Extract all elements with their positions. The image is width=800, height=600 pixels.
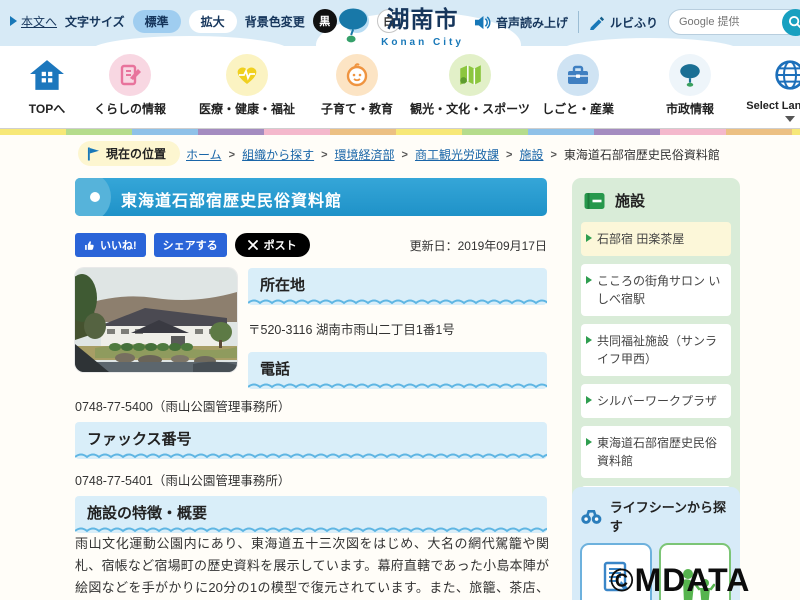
ruby-label: ルビふり [610,14,658,31]
address-section-header: 所在地 [248,268,547,305]
wave-divider [75,451,547,459]
binoculars-icon [580,508,603,525]
page-title: 東海道石部宿歴史民俗資料館 [121,187,342,211]
flag-icon [87,146,100,162]
breadcrumb-label: 現在の位置 [78,141,180,166]
facilities-panel: 施設 石部宿 田楽茶屋 こころの街角サロン いしべ宿駅 共同福祉施設（サンライフ… [572,178,740,530]
x-logo-icon [248,240,258,250]
font-size-large-button[interactable]: 拡大 [189,10,237,33]
address-value: 〒520-3116 湖南市雨山二丁目1番1号 [248,319,455,338]
updated-date: 更新日：2019年09月17日 [307,237,547,254]
city-name-en: Konan City [381,37,464,48]
breadcrumb-dept[interactable]: 環境経済部 [335,146,395,163]
share-button[interactable]: シェアする [154,233,227,257]
konan-city-logo-icon [336,7,372,49]
facilities-panel-header: 施設 [581,188,731,222]
bg-black-button[interactable]: 黒 [313,9,337,33]
sidebar-item-sunlife-kosei[interactable]: 共同福祉施設（サンライフ甲西） [581,324,731,376]
breadcrumb-current: 東海道石部宿歴史民俗資料館 [564,146,720,163]
book-icon [583,191,606,211]
site-logo[interactable]: 湖南市 Konan City [336,7,464,50]
search-input[interactable] [679,16,783,28]
breadcrumb-shisetsu[interactable]: 施設 [519,146,543,163]
x-post-button[interactable]: ポスト [235,233,310,257]
sidebar-item-museum[interactable]: 東海道石部宿歴史民俗資料館 [581,426,731,478]
site-search [668,9,800,35]
heart-pulse-icon [234,63,260,87]
search-button[interactable] [782,9,800,36]
sidebar-item-dengaku-chaya[interactable]: 石部宿 田楽茶屋 [581,222,731,256]
life-scene-header: ライフシーンから探す [580,495,732,543]
overview-section-header: 施設の特徴・概要 [75,496,547,533]
ruby-button[interactable]: ルビふり [589,14,658,31]
triangle-icon [10,16,17,26]
thumbs-up-icon [84,240,95,251]
wave-divider [248,297,547,305]
font-size-standard-button[interactable]: 標準 [133,10,181,33]
breadcrumb-org[interactable]: 組織から探す [242,146,314,163]
page-title-banner: 東海道石部宿歴史民俗資料館 [75,178,547,216]
like-button[interactable]: いいね! [75,233,146,257]
phone-section-header: 電話 [248,352,547,389]
facility-photo [75,268,237,372]
bg-color-label: 背景色変更 [245,13,305,30]
arrow-icon [586,396,592,404]
phone-value: 0748-77-5400（雨山公園管理事務所） [75,396,290,415]
city-tree-icon [677,62,703,88]
read-aloud-button[interactable]: 音声読み上げ [474,14,568,31]
globe-icon [774,59,800,91]
baby-face-icon [344,62,370,88]
page: 本文へ 文字サイズ 標準 拡大 背景色変更 黒 青 白 音声読み上げ ルビふり [0,0,800,600]
sidebar-item-silver-work-plaza[interactable]: シルバーワークプラザ [581,384,731,418]
watermark: ©MDATA [610,562,750,599]
wave-divider [248,381,547,389]
arrow-icon [586,336,592,344]
nav-item-language[interactable]: Select Language [715,54,800,122]
search-icon [788,15,800,30]
rainbow-divider [0,128,800,135]
pencil-icon [589,14,605,30]
arrow-icon [586,276,592,284]
note-pencil-icon [118,63,142,87]
fax-section-header: ファックス番号 [75,422,547,459]
sidebar-item-machikado-salon[interactable]: こころの街角サロン いしべ宿駅 [581,264,731,316]
speaker-icon [474,15,491,30]
city-name: 湖南市 [381,7,464,32]
arrow-icon [586,438,592,446]
breadcrumb-division[interactable]: 商工観光労政課 [415,146,499,163]
chevron-down-icon [785,116,795,122]
skip-link-label: 本文へ [21,13,57,30]
breadcrumb-home[interactable]: ホーム [186,146,222,163]
font-size-label: 文字サイズ [65,13,125,30]
site-logo-text: 湖南市 Konan City [381,7,464,50]
wave-divider [75,525,547,533]
bullet-icon [90,192,100,202]
briefcase-icon [565,62,591,88]
fax-value: 0748-77-5401（雨山公園管理事務所） [75,470,290,489]
read-aloud-label: 音声読み上げ [496,14,568,31]
breadcrumb: ホーム > 組織から探す > 環境経済部 > 商工観光労政課 > 施設 > 東海… [186,146,720,163]
divider [578,11,579,33]
arrow-icon [586,234,592,242]
skip-to-content-link[interactable]: 本文へ [10,13,57,30]
map-icon [457,62,483,88]
overview-text: 雨山文化運動公園内にあり、東海道五十三次図をはじめ、大名の網代駕籠や関札、宿帳な… [75,533,549,600]
